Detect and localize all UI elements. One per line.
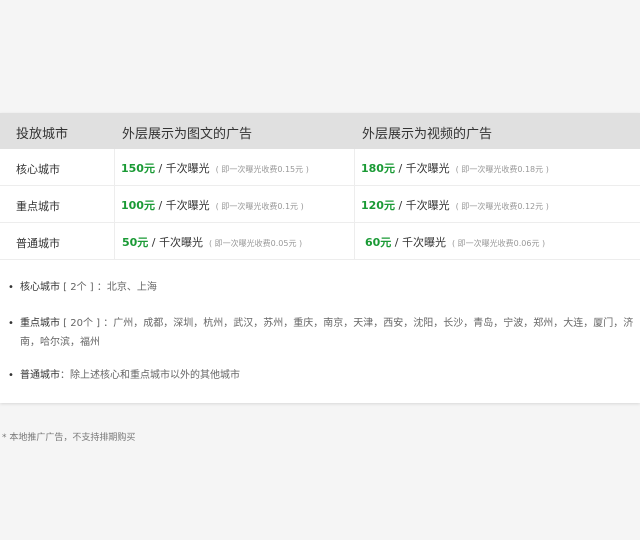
- header-image-text-ad: 外层展示为图文的广告: [122, 127, 253, 142]
- price-unit: / 千次曝光: [154, 162, 210, 175]
- column-divider: [114, 223, 115, 259]
- price-unit: / 千次曝光: [391, 236, 447, 249]
- list-item: • 普通城市：除上述核心和重点城市以外的其他城市: [8, 366, 638, 385]
- price-note: ( 即一次曝光收费0.15元 ): [215, 165, 309, 174]
- table-row: 普通城市 50元 / 千次曝光 ( 即一次曝光收费0.05元 ) 60元 / 千次…: [0, 223, 640, 260]
- pricing-card: 投放城市 外层展示为图文的广告 外层展示为视频的广告 核心城市 150元 / 千…: [0, 113, 640, 403]
- list-item: • 重点城市 [ 20个 ] ：广州，成都，深圳，杭州，武汉，苏州，重庆，南京，…: [8, 314, 638, 352]
- video-price: 180元 / 千次曝光 ( 即一次曝光收费0.18元 ): [361, 160, 549, 176]
- image-text-price: 50元 / 千次曝光 ( 即一次曝光收费0.05元 ): [122, 234, 302, 250]
- note-text: [ 20个 ] ：广州，成都，深圳，杭州，武汉，苏州，重庆，南京，天津，西安，沈…: [20, 318, 634, 348]
- price-note: ( 即一次曝光收费0.05元 ): [209, 239, 303, 248]
- note-label: 核心城市: [20, 282, 60, 293]
- image-text-price: 100元 / 千次曝光 ( 即一次曝光收费0.1元 ): [121, 197, 304, 213]
- column-divider: [114, 149, 115, 185]
- table-header: 投放城市 外层展示为图文的广告 外层展示为视频的广告: [0, 113, 640, 149]
- column-divider: [114, 186, 115, 222]
- bullet: •: [8, 318, 14, 329]
- price-amount: 180元: [361, 162, 395, 175]
- price-amount: 60元: [365, 236, 392, 249]
- note-text: ：除上述核心和重点城市以外的其他城市: [60, 370, 240, 381]
- footer-note: * 本地推广广告，不支持排期购买: [2, 433, 136, 443]
- bullet: •: [8, 370, 14, 381]
- column-divider: [354, 186, 355, 222]
- note-label: 普通城市: [20, 370, 60, 381]
- bullet: •: [8, 282, 14, 293]
- price-note: ( 即一次曝光收费0.1元 ): [215, 202, 304, 211]
- price-unit: / 千次曝光: [394, 199, 450, 212]
- note-label: 重点城市: [20, 318, 60, 329]
- price-amount: 120元: [361, 199, 395, 212]
- column-divider: [354, 149, 355, 185]
- table-row: 重点城市 100元 / 千次曝光 ( 即一次曝光收费0.1元 ) 120元 / 千…: [0, 186, 640, 223]
- price-unit: / 千次曝光: [148, 236, 204, 249]
- video-price: 60元 / 千次曝光 ( 即一次曝光收费0.06元 ): [365, 234, 545, 250]
- price-amount: 100元: [121, 199, 155, 212]
- city-tier-name: 重点城市: [16, 200, 60, 213]
- city-tier-name: 普通城市: [16, 237, 60, 250]
- image-text-price: 150元 / 千次曝光 ( 即一次曝光收费0.15元 ): [121, 160, 309, 176]
- price-unit: / 千次曝光: [154, 199, 210, 212]
- price-note: ( 即一次曝光收费0.12元 ): [455, 202, 549, 211]
- price-note: ( 即一次曝光收费0.18元 ): [455, 165, 549, 174]
- price-unit: / 千次曝光: [394, 162, 450, 175]
- header-city: 投放城市: [16, 127, 69, 142]
- header-video-ad: 外层展示为视频的广告: [362, 127, 493, 142]
- city-tier-name: 核心城市: [16, 163, 60, 176]
- column-divider: [354, 223, 355, 259]
- table-row: 核心城市 150元 / 千次曝光 ( 即一次曝光收费0.15元 ) 180元 / …: [0, 149, 640, 186]
- video-price: 120元 / 千次曝光 ( 即一次曝光收费0.12元 ): [361, 197, 549, 213]
- list-item: • 核心城市 [ 2个 ] ：北京、上海: [8, 278, 638, 297]
- note-text: [ 2个 ] ：北京、上海: [60, 282, 157, 293]
- price-amount: 150元: [121, 162, 155, 175]
- price-amount: 50元: [122, 236, 149, 249]
- price-note: ( 即一次曝光收费0.06元 ): [452, 239, 546, 248]
